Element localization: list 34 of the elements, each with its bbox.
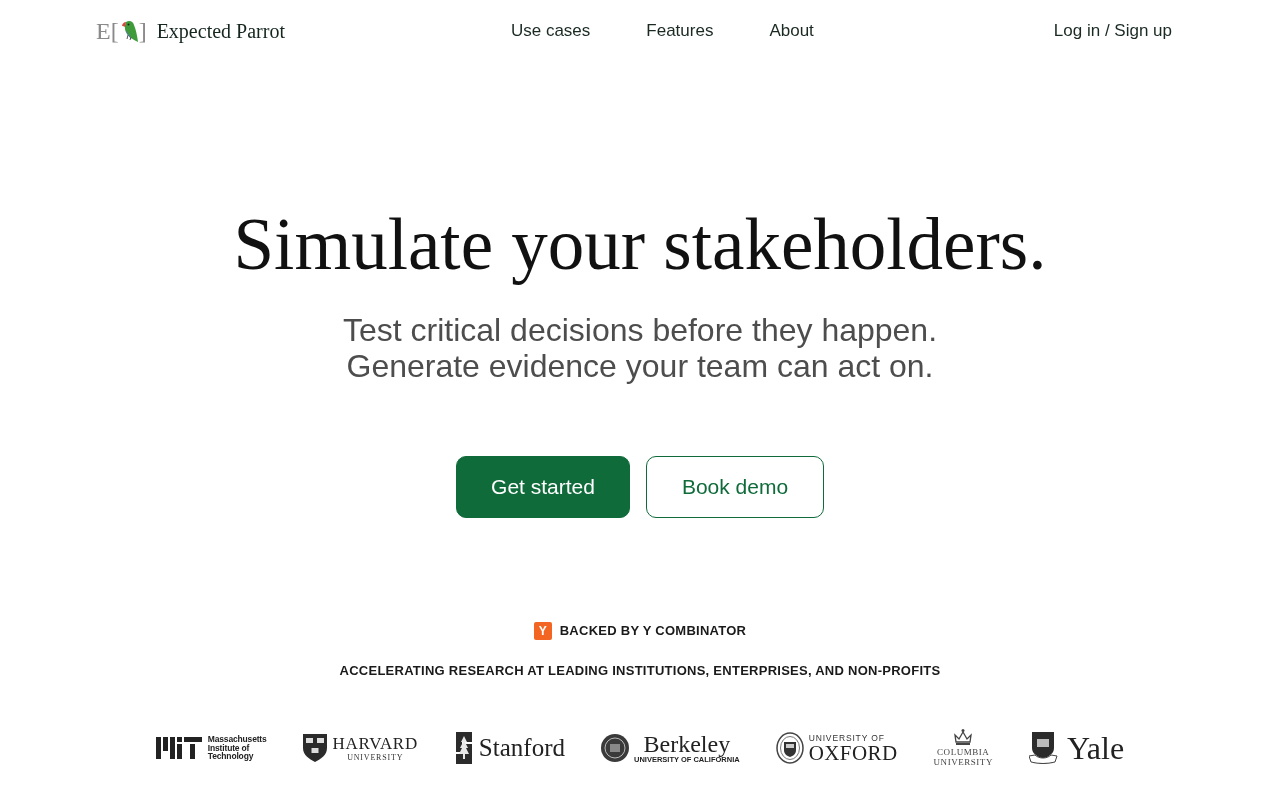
institution-subtitle: UNIVERSITY [347,752,404,762]
seal-icon [775,732,804,764]
login-link[interactable]: Log in / Sign up [1053,18,1172,44]
book-demo-button[interactable]: Book demo [646,456,824,518]
hero-title: Simulate your stakeholders. [233,205,1047,285]
institution-name: OXFORD [808,743,898,763]
seal-icon [600,734,629,762]
bars-icon [155,737,202,759]
institution-subtitle: UNIVERSITY OF [808,733,886,743]
brand-mark: E[ [96,18,119,44]
shield-icon [302,734,327,762]
s-tree-icon [453,732,474,764]
institution-name: COLUMBIA [937,747,990,757]
backing-text: BACKED BY Y COMBINATOR [559,622,747,640]
y-logo: Y [533,622,552,640]
shield-icon [1028,732,1059,764]
hero-subtitle: Test critical decisions before they happen. [342,312,938,348]
institution-name: HARVARD [332,734,418,753]
nav-link[interactable]: Features [646,18,714,44]
crown-icon [953,729,974,745]
nav-link[interactable]: Use cases [510,18,591,44]
institution-name: Stanford [478,734,565,762]
institutions-heading: ACCELERATING RESEARCH AT LEADING INSTITUTIONS, ENTERPRISES, AND NON-PROFITS [339,662,941,680]
brand-mark: ] [138,18,147,44]
institution-name: Technology [207,752,255,761]
institution-name: Yale [1066,732,1125,764]
brand-name[interactable]: Expected Parrot [156,19,285,43]
hero-subtitle: Generate evidence your team can act on. [346,348,934,384]
get-started-button[interactable]: Get started [456,456,630,518]
institution-name: Berkeley [643,732,731,755]
institution-name: Institute of [207,743,250,753]
nav-link[interactable]: About [769,18,814,44]
institution-subtitle: UNIVERSITY [933,757,993,767]
institution-name: Massachusetts [207,735,267,744]
